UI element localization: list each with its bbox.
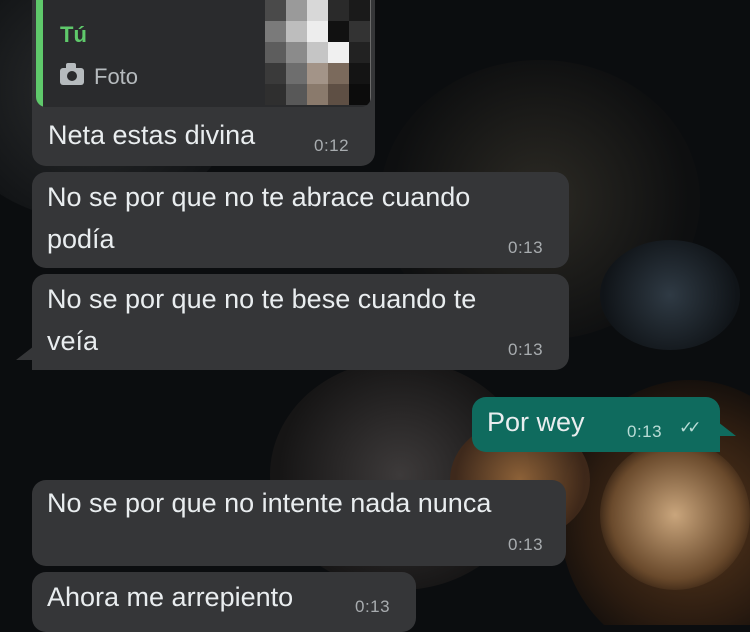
message-time: 0:13 (508, 238, 544, 257)
photo-thumbnail[interactable] (265, 0, 371, 105)
message-time: 0:12 (314, 136, 350, 155)
message-bubble-incoming[interactable]: No se por que no intente nada nunca 0:13 (32, 480, 566, 566)
message-text-line-2: veía (47, 326, 99, 356)
message-text: Neta estas divina (48, 120, 256, 150)
quote-accent-bar (36, 0, 43, 107)
quoted-message[interactable]: Tú Foto (36, 0, 371, 107)
message-text-line-2: podía (47, 224, 115, 254)
message-bubble-outgoing[interactable]: Por wey 0:13 ✓✓ (472, 397, 720, 452)
message-bubble-incoming[interactable]: No se por que no te abrace cuando podía … (32, 172, 569, 268)
camera-icon (60, 63, 84, 85)
message-text: Ahora me arrepiento (47, 582, 294, 612)
message-time: 0:13 (508, 340, 544, 359)
message-text: Por wey (487, 407, 585, 437)
message-time: 0:13 (355, 597, 391, 616)
quote-author: Tú (60, 22, 87, 47)
bubble-tail (718, 422, 736, 436)
double-check-icon: ✓✓ (679, 418, 701, 437)
message-text: No se por que no intente nada nunca (47, 488, 492, 518)
message-time: 0:13 (508, 535, 544, 554)
message-bubble-incoming[interactable]: Ahora me arrepiento 0:13 (32, 572, 416, 632)
message-text-line-1: No se por que no te abrace cuando (47, 182, 471, 212)
message-text-line-1: No se por que no te bese cuando te (47, 284, 477, 314)
quote-type-label: Foto (94, 64, 139, 89)
message-bubble-incoming[interactable]: No se por que no te bese cuando te veía … (32, 274, 569, 370)
message-bubble-quoted[interactable]: Tú Foto Neta estas divina 0:12 (32, 0, 375, 166)
message-time: 0:13 (627, 422, 663, 441)
